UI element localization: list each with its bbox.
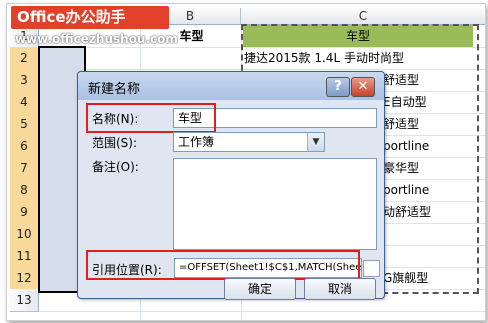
- cell-c1-header[interactable]: 车型: [243, 25, 473, 47]
- row-header-12[interactable]: 12: [10, 267, 39, 290]
- refers-to-field[interactable]: =OFFSET(Sheet1!$C$1,MATCH(Shee: [174, 258, 362, 278]
- comment-label: 备注(O):: [92, 160, 139, 174]
- watermark-logo: Office办公助手: [11, 6, 169, 29]
- cancel-button[interactable]: 取消: [304, 278, 376, 300]
- row-header-11[interactable]: 11: [10, 245, 39, 268]
- spreadsheet: A B C 1 2 3 4 5 6 7 8 9 10 11 12 13: [7, 4, 485, 320]
- row-header-9[interactable]: 9: [10, 201, 39, 224]
- name-label: 名称(N):: [92, 112, 139, 126]
- dialog-titlebar[interactable]: 新建名称 ? ✕: [78, 72, 384, 100]
- new-name-dialog: 新建名称 ? ✕ 名称(N): 车型 范围(S): 工作簿 ▼ 备注(O): 引…: [77, 71, 385, 300]
- scope-value: 工作簿: [178, 135, 215, 149]
- cell-c2[interactable]: 捷达2015款 1.4L 手动时尚型: [243, 47, 474, 69]
- row-header-4[interactable]: 4: [10, 91, 39, 114]
- chevron-down-icon[interactable]: ▼: [307, 133, 324, 151]
- scope-select[interactable]: 工作簿 ▼: [173, 132, 325, 152]
- help-button[interactable]: ?: [326, 77, 350, 97]
- column-header-c[interactable]: C: [241, 8, 485, 25]
- name-field[interactable]: 车型: [173, 108, 377, 128]
- screenshot-frame: A B C 1 2 3 4 5 6 7 8 9 10 11 12 13: [6, 3, 486, 321]
- row-header-6[interactable]: 6: [10, 135, 39, 158]
- row-header-10[interactable]: 10: [10, 223, 39, 246]
- row-header-7[interactable]: 7: [10, 157, 39, 180]
- row-header-5[interactable]: 5: [10, 113, 39, 136]
- scope-label: 范围(S):: [92, 136, 138, 150]
- row-header-8[interactable]: 8: [10, 179, 39, 202]
- refers-to-label: 引用位置(R):: [92, 263, 162, 277]
- row-header-13[interactable]: 13: [10, 289, 39, 312]
- row-header-3[interactable]: 3: [10, 69, 39, 92]
- range-select-icon[interactable]: [363, 260, 380, 277]
- row-header-2[interactable]: 2: [10, 47, 39, 70]
- watermark-url: www.officezhushou.com: [15, 32, 178, 46]
- dialog-title: 新建名称: [88, 82, 141, 97]
- close-button[interactable]: ✕: [351, 77, 375, 97]
- comment-textarea[interactable]: [173, 158, 377, 250]
- ok-button[interactable]: 确定: [224, 278, 296, 300]
